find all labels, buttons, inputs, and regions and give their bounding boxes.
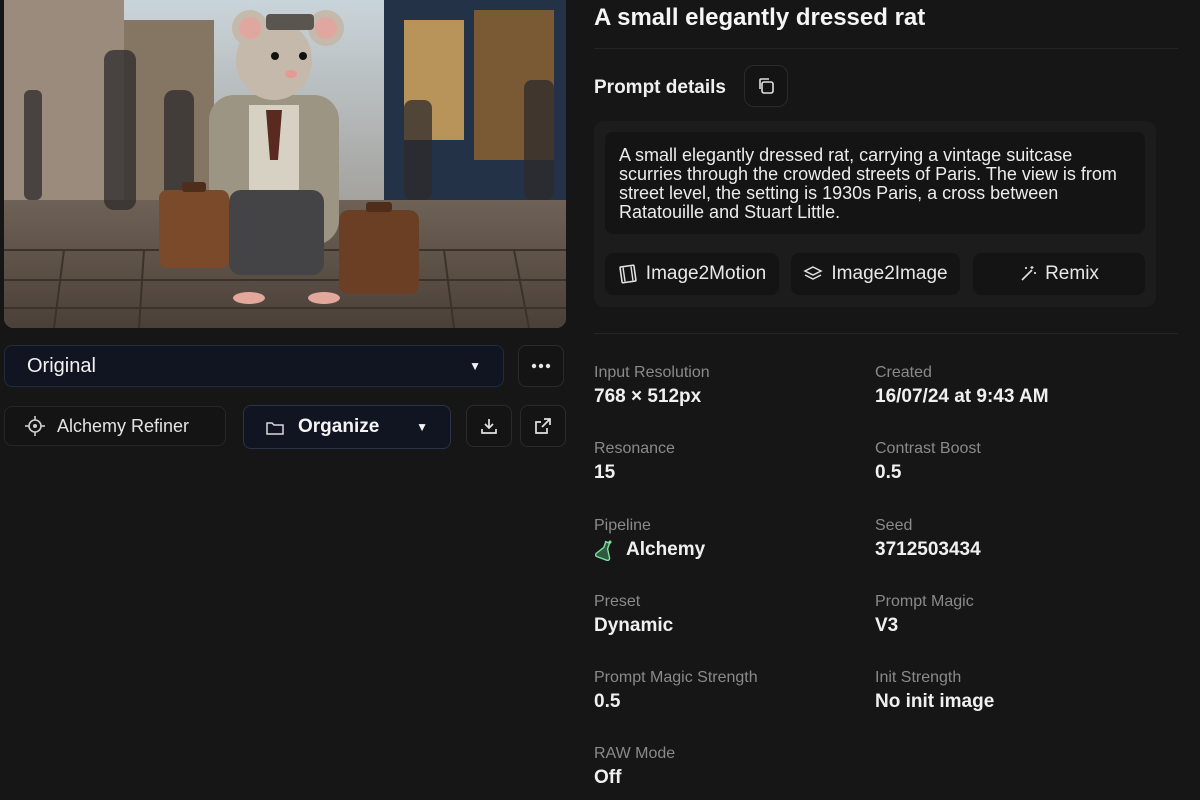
detail-label: Preset (594, 593, 641, 610)
detail-value: 16/07/24 at 9:43 AM (875, 386, 1049, 407)
rat-illustration (4, 0, 566, 328)
detail-value: V3 (875, 615, 899, 636)
image2motion-button[interactable]: Image2Motion (605, 253, 779, 295)
chevron-down-icon: ▼ (469, 359, 481, 373)
detail-value: Alchemy (626, 539, 706, 560)
potion-icon (594, 540, 612, 561)
prompt-text: A small elegantly dressed rat, carrying … (605, 132, 1145, 234)
detail-label: Init Strength (875, 669, 962, 686)
detail-value: 768 × 512px (594, 386, 702, 407)
detail-created: Created 16/07/24 at 9:43 AM (875, 364, 1049, 408)
detail-label: Pipeline (594, 517, 651, 534)
detail-pipeline: Pipeline Alchemy (594, 517, 705, 561)
image2image-label: Image2Image (831, 263, 948, 284)
generated-image[interactable] (4, 0, 566, 328)
detail-raw-mode: RAW Mode Off (594, 745, 675, 789)
detail-value: 0.5 (594, 691, 621, 712)
film-icon (619, 264, 637, 284)
more-options-button[interactable] (518, 345, 564, 387)
image-title: A small elegantly dressed rat (594, 4, 926, 31)
detail-value: No init image (875, 691, 995, 712)
detail-label: Prompt Magic Strength (594, 669, 758, 686)
detail-label: Input Resolution (594, 364, 710, 381)
image2motion-label: Image2Motion (645, 263, 767, 284)
alchemy-refiner-label: Alchemy Refiner (57, 415, 190, 436)
magic-wand-icon (1021, 266, 1037, 281)
detail-input-resolution: Input Resolution 768 × 512px (594, 364, 710, 408)
divider (594, 48, 1178, 49)
external-link-icon (535, 418, 551, 434)
detail-value: 3712503434 (875, 539, 981, 560)
download-button[interactable] (466, 405, 512, 447)
detail-label: Resonance (594, 440, 675, 457)
variant-select[interactable]: Original ▼ (4, 345, 504, 387)
detail-resonance: Resonance 15 (594, 440, 675, 484)
organize-button[interactable]: Organize ▼ (243, 405, 451, 449)
detail-preset: Preset Dynamic (594, 593, 673, 637)
detail-label: RAW Mode (594, 745, 676, 762)
organize-label: Organize (298, 416, 380, 437)
prompt-details-heading: Prompt details (594, 77, 726, 98)
detail-prompt-magic: Prompt Magic V3 (875, 593, 974, 637)
refiner-icon (25, 416, 45, 436)
layers-icon (803, 266, 824, 280)
detail-label: Created (875, 364, 932, 381)
copy-icon (759, 78, 774, 94)
detail-value: Off (594, 767, 622, 788)
detail-value: 15 (594, 462, 616, 483)
image2image-button[interactable]: Image2Image (791, 253, 960, 295)
detail-init-strength: Init Strength No init image (875, 669, 994, 713)
remix-label: Remix (1045, 263, 1099, 284)
detail-value: Dynamic (594, 615, 674, 636)
detail-prompt-magic-strength: Prompt Magic Strength 0.5 (594, 669, 758, 713)
detail-label: Prompt Magic (875, 593, 974, 610)
divider (594, 333, 1178, 334)
detail-label: Contrast Boost (875, 440, 981, 457)
alchemy-refiner-button[interactable]: Alchemy Refiner (4, 406, 226, 446)
variant-select-value: Original (27, 354, 96, 377)
detail-label: Seed (875, 517, 913, 534)
download-icon (481, 419, 497, 434)
copy-prompt-button[interactable] (744, 65, 788, 107)
folder-icon (266, 421, 284, 435)
more-horizontal-icon (531, 363, 551, 369)
detail-contrast-boost: Contrast Boost 0.5 (875, 440, 981, 484)
open-external-button[interactable] (520, 405, 566, 447)
remix-button[interactable]: Remix (973, 253, 1145, 295)
detail-value: 0.5 (875, 462, 902, 483)
chevron-down-icon: ▼ (416, 420, 428, 434)
detail-seed: Seed 3712503434 (875, 517, 981, 561)
